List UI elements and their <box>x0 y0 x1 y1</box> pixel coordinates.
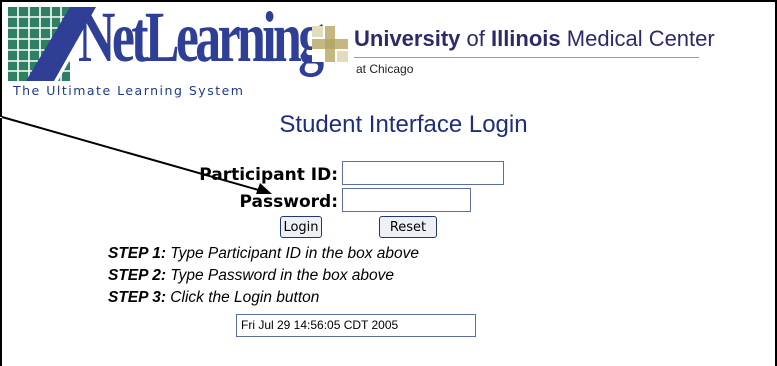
uic-subtitle: at Chicago <box>356 62 414 76</box>
step-3: STEP 3: Click the Login button <box>108 289 319 307</box>
step-1-text: Type Participant ID in the box above <box>166 245 420 262</box>
netlearning-brand: NetLearning <box>78 0 324 77</box>
step-1-number: STEP 1: <box>108 245 166 262</box>
uic-title-illinois: Illinois <box>490 26 561 51</box>
uic-divider <box>354 57 699 58</box>
step-2-text: Type Password in the box above <box>166 267 395 284</box>
step-1: STEP 1: Type Participant ID in the box a… <box>108 245 419 263</box>
participant-id-label: Participant ID: <box>199 165 338 185</box>
uic-title-university: University <box>354 26 461 51</box>
uic-emblem-icon <box>312 26 348 62</box>
step-3-text: Click the Login button <box>166 289 320 306</box>
password-input[interactable] <box>342 188 471 212</box>
uic-logo: University of Illinois Medical Center at… <box>312 24 715 84</box>
participant-id-input[interactable] <box>342 161 504 185</box>
uic-title: University of Illinois Medical Center <box>354 26 715 52</box>
login-button[interactable]: Login <box>280 216 322 238</box>
step-2: STEP 2: Type Password in the box above <box>108 267 394 285</box>
frame-left-border-lower <box>0 118 2 366</box>
netlearning-logo: NetLearning The Ultimate Learning System <box>8 1 324 99</box>
uic-title-medical-center: Medical Center <box>560 26 715 51</box>
timestamp-field: Fri Jul 29 14:56:05 CDT 2005 <box>236 314 476 337</box>
frame-left-border <box>0 0 2 117</box>
page-title: Student Interface Login <box>279 111 528 138</box>
netlearning-tagline: The Ultimate Learning System <box>13 83 245 98</box>
uic-title-of: of <box>460 26 491 51</box>
step-3-number: STEP 3: <box>108 289 166 306</box>
reset-button[interactable]: Reset <box>379 216 437 238</box>
step-2-number: STEP 2: <box>108 267 166 284</box>
password-label: Password: <box>239 192 338 212</box>
